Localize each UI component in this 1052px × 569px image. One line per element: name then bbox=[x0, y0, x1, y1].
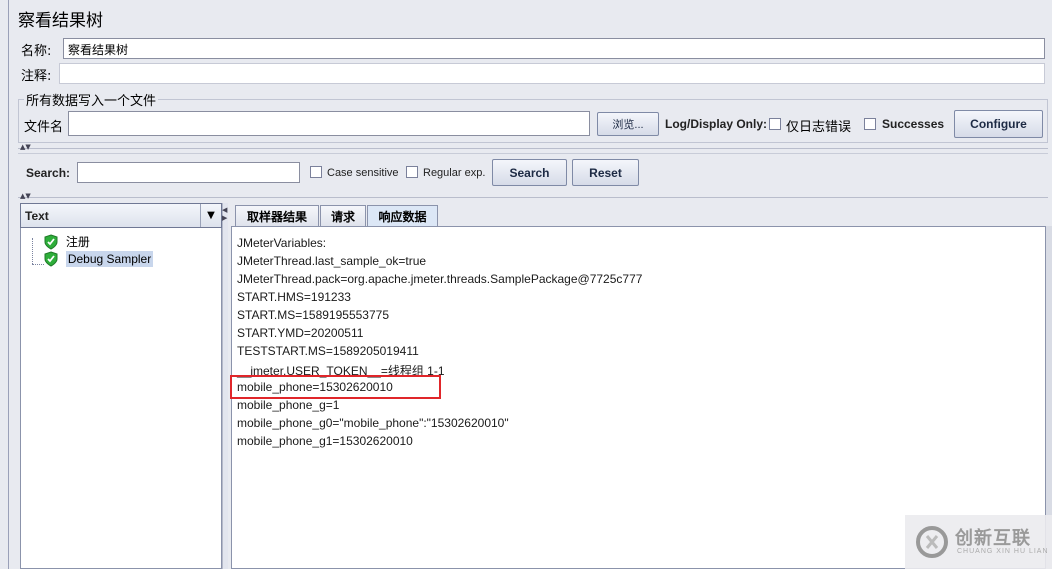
page-title: 察看结果树 bbox=[18, 11, 103, 31]
successes-checkbox[interactable] bbox=[864, 118, 876, 130]
watermark: 创新互联 CHUANG XIN HU LIAN bbox=[905, 515, 1052, 569]
tree-item[interactable]: 注册 bbox=[43, 233, 90, 250]
errors-only-label: 仅日志错误 bbox=[786, 120, 852, 135]
chevron-down-icon[interactable]: ▼ bbox=[200, 204, 221, 227]
collapse-arrows-icon[interactable]: ▲▼ bbox=[20, 192, 31, 200]
tree-item[interactable]: Debug Sampler bbox=[43, 251, 154, 267]
successes-label: Successes bbox=[882, 117, 945, 131]
search-label: Search: bbox=[26, 166, 71, 180]
search-input[interactable] bbox=[77, 162, 300, 183]
file-section-title: 所有数据写入一个文件 bbox=[24, 90, 159, 109]
response-line: START.YMD=20200511 bbox=[237, 326, 364, 340]
name-input-value: 察看结果树 bbox=[68, 43, 129, 57]
comment-input[interactable] bbox=[59, 63, 1045, 84]
renderer-select-value: Text bbox=[25, 209, 49, 223]
name-input[interactable]: 察看结果树 bbox=[63, 38, 1045, 59]
watermark-subtext: CHUANG XIN HU LIAN bbox=[957, 548, 1049, 555]
success-shield-icon bbox=[44, 251, 58, 267]
splitter-top[interactable] bbox=[18, 148, 1048, 149]
highlight-box bbox=[230, 375, 441, 399]
response-line: mobile_phone_g1=15302620010 bbox=[237, 434, 413, 448]
response-line: START.MS=1589195553775 bbox=[237, 308, 389, 322]
filename-label: 文件名 bbox=[24, 120, 64, 135]
response-line: JMeterThread.pack=org.apache.jmeter.thre… bbox=[237, 272, 643, 286]
reset-button[interactable]: Reset bbox=[572, 159, 639, 186]
response-line: JMeterThread.last_sample_ok=true bbox=[237, 254, 427, 268]
regular-exp-label: Regular exp. bbox=[423, 167, 486, 179]
case-sensitive-label: Case sensitive bbox=[327, 167, 399, 179]
configure-button[interactable]: Configure bbox=[954, 110, 1043, 138]
splitter-middle[interactable] bbox=[18, 197, 1048, 198]
response-line: mobile_phone_g=1 bbox=[237, 398, 340, 412]
response-line: TESTSTART.MS=1589205019411 bbox=[237, 344, 419, 358]
browse-button[interactable]: 浏览... bbox=[597, 112, 659, 136]
tree-connector bbox=[32, 238, 33, 264]
tree-item-label: Debug Sampler bbox=[65, 251, 154, 267]
filename-input[interactable] bbox=[68, 111, 590, 136]
watermark-logo-icon bbox=[916, 526, 948, 558]
name-label: 名称: bbox=[21, 44, 52, 59]
search-button[interactable]: Search bbox=[492, 159, 567, 186]
response-line: START.HMS=191233 bbox=[237, 290, 351, 304]
tab-sampler-result[interactable]: 取样器结果 bbox=[235, 205, 319, 226]
renderer-select[interactable]: Text ▼ bbox=[20, 203, 222, 228]
success-shield-icon bbox=[44, 233, 58, 250]
errors-only-checkbox[interactable] bbox=[769, 118, 781, 130]
tree-item-label: 注册 bbox=[65, 235, 90, 249]
log-display-label: Log/Display Only: bbox=[665, 117, 768, 131]
comment-label: 注释: bbox=[21, 69, 52, 84]
collapse-arrows-icon[interactable]: ◀ ▶ bbox=[222, 206, 227, 222]
response-line: mobile_phone_g0="mobile_phone":"15302620… bbox=[237, 416, 509, 430]
vertical-splitter[interactable] bbox=[222, 203, 228, 569]
tab-request[interactable]: 请求 bbox=[320, 205, 366, 226]
tab-response-data[interactable]: 响应数据 bbox=[367, 205, 438, 226]
case-sensitive-checkbox[interactable] bbox=[310, 166, 322, 178]
response-line: JMeterVariables: bbox=[237, 236, 327, 250]
regular-exp-checkbox[interactable] bbox=[406, 166, 418, 178]
watermark-text: 创新互联 bbox=[955, 528, 1031, 549]
collapse-arrows-icon[interactable]: ▲▼ bbox=[20, 143, 31, 151]
